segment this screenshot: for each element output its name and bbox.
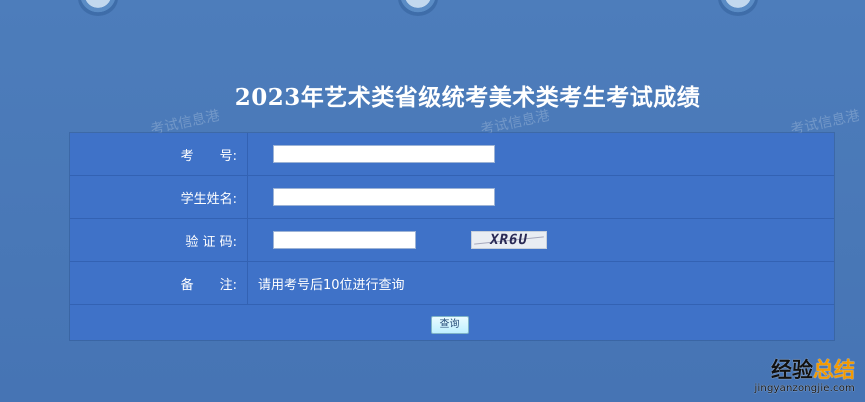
exam-number-field-container	[248, 133, 495, 175]
student-name-input[interactable]	[273, 188, 495, 206]
remarks-text: 请用考号后10位进行查询	[258, 277, 405, 293]
brand-logo-text: 经验总结	[754, 360, 855, 381]
query-button[interactable]: 查询	[430, 316, 469, 334]
globe-logo-icon	[718, 0, 758, 16]
form-row-verification-code: 验 证 码: XR6U	[70, 219, 834, 262]
brand-accent: 总结	[813, 358, 855, 382]
verification-code-label: 验 证 码:	[70, 219, 248, 261]
brand-prefix: 经验	[771, 358, 813, 382]
captcha-image[interactable]: XR6U	[471, 231, 547, 249]
verification-code-input[interactable]	[273, 231, 416, 249]
score-query-page: 考试信息港 考试信息港 考试信息港 2023年艺术类省级统考美术类考生考试成绩 …	[0, 0, 865, 402]
brand-watermark: 经验总结 jingyanzongjie.com	[754, 360, 855, 394]
brand-url: jingyanzongjie.com	[754, 383, 855, 394]
globe-logo-icon	[78, 0, 118, 16]
form-row-student-name: 学生姓名:	[70, 176, 834, 219]
exam-number-input[interactable]	[273, 145, 495, 163]
remarks-label: 备 注:	[70, 262, 248, 304]
verification-code-field-container: XR6U	[248, 219, 547, 261]
student-name-label: 学生姓名:	[70, 176, 248, 218]
form-row-remarks: 备 注: 请用考号后10位进行查询	[70, 262, 834, 305]
globe-logo-icon	[398, 0, 438, 16]
exam-number-label: 考 号:	[70, 133, 248, 175]
submit-row: 查询	[70, 305, 834, 345]
form-row-exam-number: 考 号:	[70, 133, 834, 176]
page-title: 2023年艺术类省级统考美术类考生考试成绩	[234, 84, 701, 111]
student-name-field-container	[248, 176, 495, 218]
query-form: 考 号: 学生姓名: 验 证 码: XR6U 备 注: 请用考号后10位进行查询…	[70, 133, 834, 340]
